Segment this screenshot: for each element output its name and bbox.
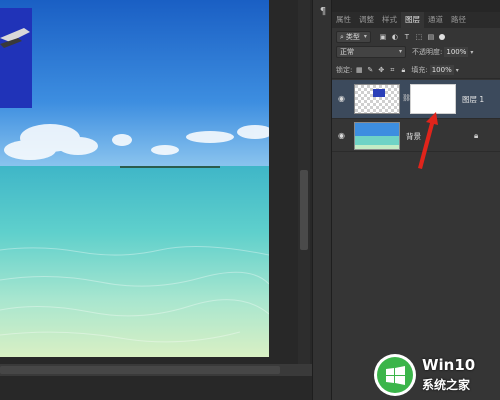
watermark-subtitle: 系统之家 xyxy=(422,378,471,392)
search-icon: ⌕ xyxy=(340,33,344,41)
lock-image-icon[interactable]: ✎ xyxy=(366,66,374,74)
layer-filter-row: ⌕ 类型 ▾ ▣ ◐ T ⬚ ▤ xyxy=(332,30,500,44)
beach-thumbnail xyxy=(355,123,399,149)
layers-panel: 属性 调整 样式 图层 通道 路径 ⌕ 类型 ▾ ▣ ◐ T ⬚ ▤ 正常 ▾ … xyxy=(332,0,500,400)
overlay-image[interactable] xyxy=(0,8,32,108)
layer-thumbnail[interactable] xyxy=(354,84,400,114)
annotation-arrow xyxy=(418,112,438,169)
beach-photo xyxy=(0,0,269,357)
panel-toolstrip: ¶ xyxy=(312,0,332,400)
adjustment-filter-icon[interactable]: ◐ xyxy=(391,33,399,41)
blend-row: 正常 ▾ 不透明度: 100% ▾ xyxy=(332,46,500,58)
blend-mode-select[interactable]: 正常 ▾ xyxy=(336,46,406,58)
chevron-down-icon[interactable]: ▾ xyxy=(456,67,459,74)
lock-label: 锁定: xyxy=(336,66,353,74)
canvas-area[interactable] xyxy=(0,0,312,400)
fill-input[interactable]: 100% xyxy=(429,65,454,75)
filter-kind-label: 类型 xyxy=(345,33,360,41)
filter-kind-select[interactable]: ⌕ 类型 ▾ xyxy=(336,31,371,43)
filter-icons: ▣ ◐ T ⬚ ▤ xyxy=(379,33,435,41)
horizontal-scrollbar[interactable] xyxy=(0,364,312,376)
tab-adjustments[interactable]: 调整 xyxy=(355,12,378,28)
tab-layers[interactable]: 图层 xyxy=(401,12,424,28)
background-thumbnail[interactable] xyxy=(354,122,400,150)
blend-mode-value: 正常 xyxy=(340,48,354,56)
tab-properties[interactable]: 属性 xyxy=(332,12,355,28)
fill-label: 填充: xyxy=(411,66,428,74)
tab-styles[interactable]: 样式 xyxy=(378,12,401,28)
smart-object-filter-icon[interactable]: ▤ xyxy=(427,33,435,41)
horizontal-scroll-thumb[interactable] xyxy=(0,366,280,374)
lock-icons: ▦ ✎ ✥ ⌗ 🔒︎ xyxy=(355,66,407,74)
layer-name[interactable]: 图层 1 xyxy=(462,94,484,105)
chevron-down-icon: ▾ xyxy=(363,33,367,40)
watermark: Win10 系统之家 xyxy=(370,350,500,400)
lock-all-icon[interactable]: 🔒︎ xyxy=(399,66,407,74)
vertical-scrollbar[interactable] xyxy=(298,0,310,364)
shape-filter-icon[interactable]: ⬚ xyxy=(415,33,423,41)
tab-channels[interactable]: 通道 xyxy=(424,12,447,28)
eye-icon[interactable]: ◉ xyxy=(338,132,348,140)
opacity-label: 不透明度: xyxy=(412,48,443,56)
photoshop-window: ¶ 属性 调整 样式 图层 通道 路径 ⌕ 类型 ▾ ▣ ◐ T ⬚ ▤ 正常 … xyxy=(0,0,500,400)
panel-header-bar xyxy=(332,0,500,12)
transparency-checkerboard xyxy=(355,85,399,113)
watermark-title: Win10 xyxy=(422,356,476,374)
chevron-down-icon: ▾ xyxy=(398,48,402,55)
lock-position-icon[interactable]: ✥ xyxy=(377,66,385,74)
divider xyxy=(332,78,500,79)
artboard-icon[interactable]: ⌗ xyxy=(388,66,396,74)
opacity-input[interactable]: 100% xyxy=(444,47,469,57)
lock-row: 锁定: ▦ ✎ ✥ ⌗ 🔒︎ 填充: 100% ▾ xyxy=(332,64,500,76)
lock-icon: 🔒︎ xyxy=(474,131,479,140)
eye-icon[interactable]: ◉ xyxy=(338,95,348,103)
type-filter-icon[interactable]: T xyxy=(403,33,411,41)
lock-transparent-icon[interactable]: ▦ xyxy=(355,66,363,74)
pixel-filter-icon[interactable]: ▣ xyxy=(379,33,387,41)
watermark-logo xyxy=(374,354,416,396)
panel-tabs: 属性 调整 样式 图层 通道 路径 xyxy=(332,12,500,28)
chevron-down-icon[interactable]: ▾ xyxy=(470,49,473,56)
vertical-scroll-thumb[interactable] xyxy=(300,170,308,250)
paragraph-icon[interactable]: ¶ xyxy=(317,6,329,18)
filter-toggle[interactable] xyxy=(438,34,445,40)
canvas-image[interactable] xyxy=(0,0,269,357)
tab-paths[interactable]: 路径 xyxy=(447,12,470,28)
